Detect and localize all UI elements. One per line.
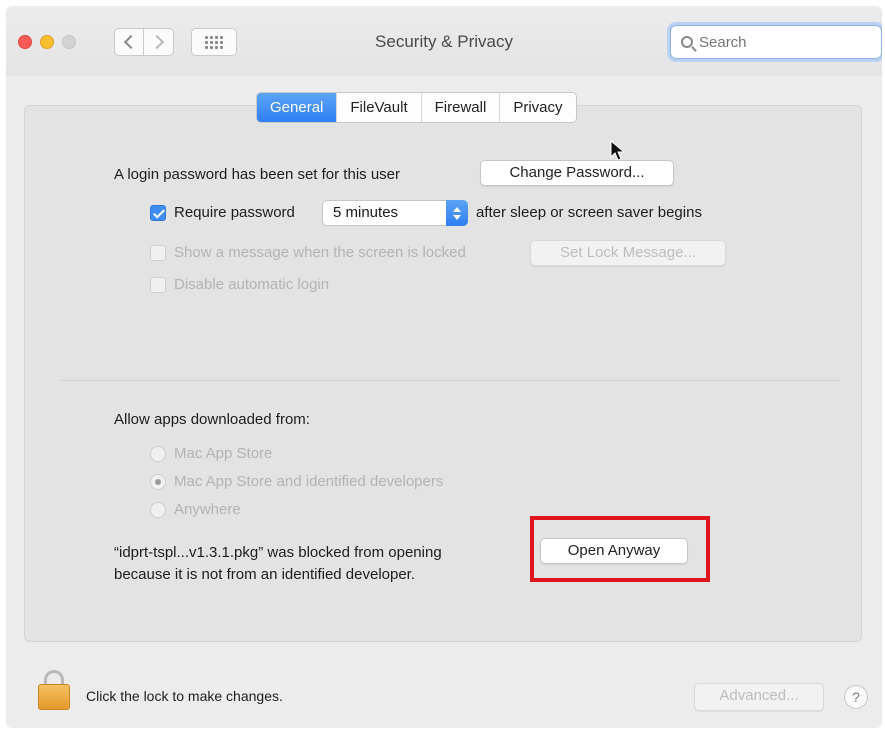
lock-instruction-text: Click the lock to make changes. [86, 688, 283, 704]
blocked-message-line2: because it is not from an identified dev… [114, 566, 416, 583]
tab-filevault[interactable]: FileVault [337, 93, 422, 122]
login-password-text: A login password has been set for this u… [114, 166, 400, 183]
after-sleep-text: after sleep or screen saver begins [476, 204, 702, 221]
tab-bar: General FileVault Firewall Privacy [256, 92, 577, 123]
radio-identified-developers[interactable] [150, 474, 166, 490]
section-divider [60, 380, 840, 381]
disable-auto-login-checkbox[interactable] [150, 277, 166, 293]
allow-apps-heading: Allow apps downloaded from: [114, 411, 310, 428]
disable-auto-login-label: Disable automatic login [174, 276, 330, 293]
tab-privacy[interactable]: Privacy [500, 93, 575, 122]
tab-firewall[interactable]: Firewall [422, 93, 501, 122]
search-icon [681, 36, 693, 48]
change-password-button[interactable]: Change Password... [480, 160, 674, 186]
require-password-label: Require password [174, 204, 295, 221]
radio-anywhere-label: Anywhere [174, 501, 241, 518]
show-message-checkbox[interactable] [150, 245, 166, 261]
lock-icon[interactable] [38, 670, 70, 710]
radio-identified-developers-label: Mac App Store and identified developers [174, 473, 444, 490]
stepper-arrows-icon [446, 200, 468, 226]
mouse-pointer-icon [610, 140, 626, 161]
title-bar: Security & Privacy [6, 6, 882, 76]
show-message-label: Show a message when the screen is locked [174, 244, 466, 261]
set-lock-message-button[interactable]: Set Lock Message... [530, 240, 726, 266]
advanced-button[interactable]: Advanced... [694, 683, 824, 711]
search-field[interactable] [670, 25, 882, 59]
blocked-message-line1: “idprt-tspl...v1.3.1.pkg” was blocked fr… [114, 544, 442, 561]
tab-general[interactable]: General [257, 93, 338, 122]
radio-mac-app-store-label: Mac App Store [174, 445, 273, 462]
help-button[interactable]: ? [844, 685, 868, 709]
search-input[interactable] [699, 33, 869, 51]
general-panel [24, 105, 862, 642]
require-password-checkbox[interactable] [150, 205, 166, 221]
highlight-box [530, 516, 710, 582]
require-password-delay-select[interactable]: 5 minutes [322, 200, 468, 226]
radio-mac-app-store[interactable] [150, 446, 166, 462]
radio-anywhere[interactable] [150, 502, 166, 518]
delay-value: 5 minutes [333, 204, 399, 221]
